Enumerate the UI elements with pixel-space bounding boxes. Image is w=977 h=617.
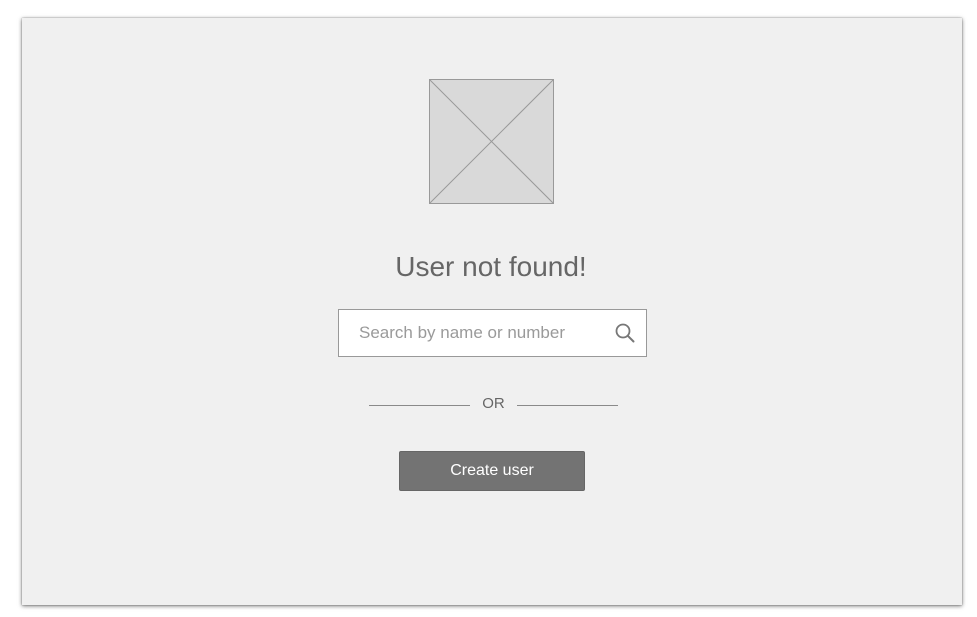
create-user-button[interactable]: Create user bbox=[399, 451, 585, 491]
not-found-panel: User not found! OR Create user bbox=[22, 18, 962, 605]
search-input[interactable] bbox=[339, 310, 599, 356]
divider-line-left bbox=[369, 405, 470, 406]
search-icon[interactable] bbox=[614, 322, 636, 344]
or-divider: OR bbox=[369, 393, 618, 415]
divider-line-right bbox=[517, 405, 618, 406]
page-title: User not found! bbox=[395, 251, 587, 282]
or-label: OR bbox=[482, 395, 505, 412]
image-placeholder-icon bbox=[429, 79, 554, 204]
search-field[interactable] bbox=[338, 309, 647, 357]
